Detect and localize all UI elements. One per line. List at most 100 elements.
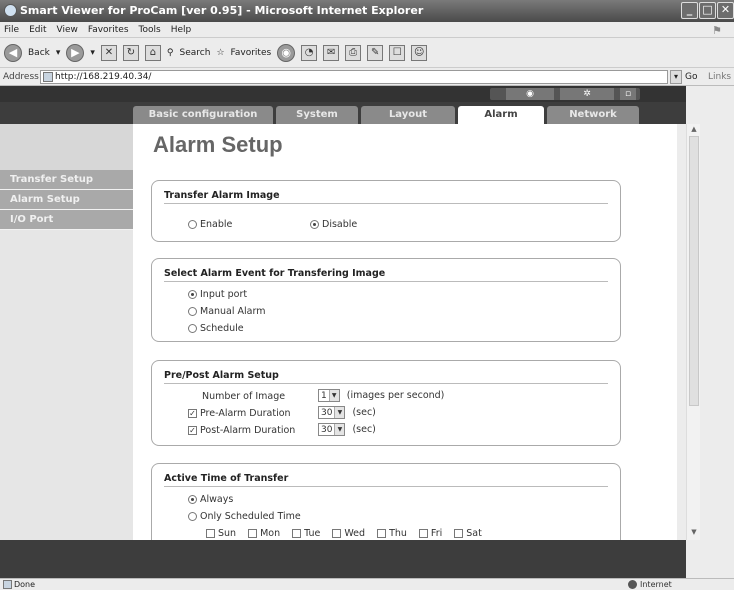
home-icon[interactable]: ⌂ xyxy=(144,44,161,61)
favorites-star-icon[interactable]: ☆ xyxy=(216,48,224,58)
day-thu-checkbox[interactable] xyxy=(377,529,387,538)
day-fri-label: Fri xyxy=(430,528,443,539)
history-icon[interactable]: ◔ xyxy=(301,44,318,61)
edit-icon[interactable]: ✎ xyxy=(367,44,384,61)
print-icon[interactable]: ⎙ xyxy=(345,44,362,61)
ie-icon xyxy=(4,4,17,17)
scheduled-option[interactable]: Only Scheduled Time xyxy=(188,511,301,522)
menu-favorites[interactable]: Favorites xyxy=(88,22,129,37)
menu-help[interactable]: Help xyxy=(171,22,192,37)
scroll-up-icon[interactable]: ▲ xyxy=(689,125,699,135)
browser-viewport: ◉ ✲ ▫ Basic configuration System Layout … xyxy=(0,86,734,578)
post-alarm-checkbox[interactable]: ✓ xyxy=(188,426,197,435)
messenger-icon[interactable]: ☺ xyxy=(411,44,428,61)
transfer-alarm-image-title: Transfer Alarm Image xyxy=(164,190,608,204)
always-label: Always xyxy=(200,494,234,505)
links-button[interactable]: Links xyxy=(708,68,731,86)
sidebar-item-io-port[interactable]: I/O Port xyxy=(0,210,133,230)
post-alarm-value: 30 xyxy=(321,424,333,435)
post-alarm-option[interactable]: ✓ Post-Alarm Duration xyxy=(188,425,295,436)
day-sat-label: Sat xyxy=(466,528,482,539)
input-port-option[interactable]: Input port xyxy=(188,289,247,300)
refresh-icon[interactable]: ↻ xyxy=(122,44,139,61)
day-wed[interactable]: Wed xyxy=(332,528,365,539)
sidebar-item-transfer-setup[interactable]: Transfer Setup xyxy=(0,170,133,190)
schedule-option[interactable]: Schedule xyxy=(188,323,244,334)
media-icon[interactable]: ◉ xyxy=(277,43,296,62)
forward-arrow-icon[interactable]: ▶ xyxy=(66,43,85,62)
schedule-radio[interactable] xyxy=(188,324,197,333)
tab-basic-configuration[interactable]: Basic configuration xyxy=(133,106,273,124)
enable-radio[interactable] xyxy=(188,220,197,229)
address-label: Address xyxy=(3,72,39,82)
menu-edit[interactable]: Edit xyxy=(29,22,46,37)
scheduled-radio[interactable] xyxy=(188,512,197,521)
stop-icon[interactable]: ✕ xyxy=(100,44,117,61)
go-button[interactable]: Go xyxy=(685,68,697,86)
pre-alarm-label: Pre-Alarm Duration xyxy=(200,408,291,419)
day-tue[interactable]: Tue xyxy=(292,528,320,539)
day-wed-checkbox[interactable] xyxy=(332,529,342,538)
input-port-radio[interactable] xyxy=(188,290,197,299)
disable-option[interactable]: Disable xyxy=(310,219,357,230)
scroll-down-icon[interactable]: ▼ xyxy=(689,528,699,538)
manual-alarm-radio[interactable] xyxy=(188,307,197,316)
day-sat-checkbox[interactable] xyxy=(454,529,464,538)
pre-alarm-option[interactable]: ✓ Pre-Alarm Duration xyxy=(188,408,291,419)
schedule-label: Schedule xyxy=(200,323,244,334)
address-url: http://168.219.40.34/ xyxy=(55,72,152,82)
minimize-button[interactable]: _ xyxy=(681,2,698,19)
pre-alarm-select[interactable]: 30 ▼ xyxy=(318,406,346,419)
discuss-icon[interactable]: ☐ xyxy=(389,44,406,61)
maximize-button[interactable]: □ xyxy=(699,2,716,19)
post-alarm-row: 30 ▼ (sec) xyxy=(318,423,376,436)
pre-alarm-value: 30 xyxy=(321,407,333,418)
enable-option[interactable]: Enable xyxy=(188,219,232,230)
scroll-thumb[interactable] xyxy=(689,136,699,406)
menu-view[interactable]: View xyxy=(57,22,78,37)
always-radio[interactable] xyxy=(188,495,197,504)
search-icon[interactable]: ⚲ xyxy=(167,48,174,58)
address-input[interactable]: http://168.219.40.34/ xyxy=(40,70,668,84)
tab-network[interactable]: Network xyxy=(547,106,639,124)
day-sun[interactable]: Sun xyxy=(206,528,236,539)
search-button[interactable]: Search xyxy=(180,48,211,58)
content-scrollbar[interactable]: ▲ ▼ xyxy=(686,124,700,540)
close-button[interactable]: ✕ xyxy=(717,2,734,19)
day-fri[interactable]: Fri xyxy=(418,528,443,539)
sidebar-item-alarm-setup[interactable]: Alarm Setup xyxy=(0,190,133,210)
address-dropdown-icon[interactable]: ▾ xyxy=(670,70,682,84)
post-alarm-unit: (sec) xyxy=(352,424,376,435)
post-alarm-select[interactable]: 30 ▼ xyxy=(318,423,346,436)
scheduled-label: Only Scheduled Time xyxy=(200,511,301,522)
back-button[interactable]: Back xyxy=(28,48,50,58)
number-of-image-select[interactable]: 1 ▼ xyxy=(318,389,340,402)
day-mon[interactable]: Mon xyxy=(248,528,280,539)
disable-radio[interactable] xyxy=(310,220,319,229)
day-mon-checkbox[interactable] xyxy=(248,529,258,538)
settings-icon[interactable]: ✲ xyxy=(560,88,614,100)
menu-file[interactable]: File xyxy=(4,22,19,37)
menu-tools[interactable]: Tools xyxy=(139,22,161,37)
forward-dropdown-icon[interactable]: ▾ xyxy=(90,48,95,58)
back-arrow-icon[interactable]: ◀ xyxy=(4,43,22,62)
chevron-down-icon: ▼ xyxy=(334,424,345,435)
tab-system[interactable]: System xyxy=(276,106,358,124)
pre-alarm-checkbox[interactable]: ✓ xyxy=(188,409,197,418)
always-option[interactable]: Always xyxy=(188,494,233,505)
input-port-label: Input port xyxy=(200,289,248,300)
eye-icon[interactable]: ◉ xyxy=(506,88,554,100)
back-dropdown-icon[interactable]: ▾ xyxy=(56,48,61,58)
day-thu[interactable]: Thu xyxy=(377,528,407,539)
mail-icon[interactable]: ✉ xyxy=(323,44,340,61)
tab-alarm[interactable]: Alarm xyxy=(458,106,544,124)
day-fri-checkbox[interactable] xyxy=(418,529,428,538)
manual-alarm-option[interactable]: Manual Alarm xyxy=(188,306,266,317)
info-icon[interactable]: ▫ xyxy=(620,88,636,100)
day-sat[interactable]: Sat xyxy=(454,528,482,539)
favorites-button[interactable]: Favorites xyxy=(231,48,272,58)
tab-layout[interactable]: Layout xyxy=(361,106,455,124)
transfer-alarm-image-panel: Transfer Alarm Image Enable Disable xyxy=(151,180,621,242)
day-sun-checkbox[interactable] xyxy=(206,529,215,538)
day-tue-checkbox[interactable] xyxy=(292,529,302,538)
